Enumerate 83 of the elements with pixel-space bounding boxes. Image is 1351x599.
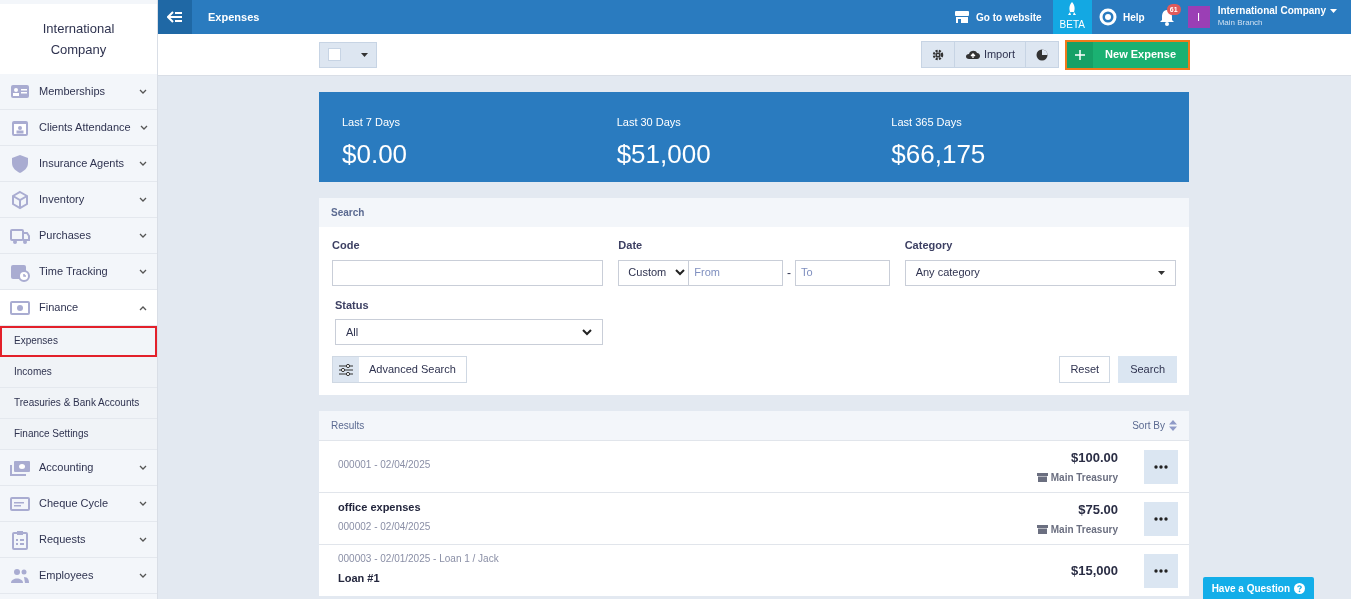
- more-icon: [1154, 516, 1168, 521]
- branch-name: Main Branch: [1217, 17, 1264, 29]
- checkbox[interactable]: [328, 48, 341, 61]
- lifebuoy-icon: [1098, 8, 1117, 26]
- storefront-icon: [954, 10, 970, 24]
- sidebar-item[interactable]: Inventory: [0, 182, 157, 218]
- sort-by-button[interactable]: Sort By: [1132, 418, 1177, 433]
- archive-icon: [1036, 473, 1048, 483]
- field-label: Date: [618, 238, 644, 253]
- search-button[interactable]: Search: [1118, 356, 1177, 383]
- avatar: I: [1187, 6, 1210, 28]
- page-title: Expenses: [208, 9, 261, 25]
- caret-down-icon: [1330, 9, 1337, 13]
- stat-value: $0.00: [342, 137, 409, 171]
- date-mode-select[interactable]: Custom: [618, 259, 690, 286]
- stat-label: Last 7 Days: [342, 115, 402, 130]
- sliders-icon: [339, 363, 353, 376]
- stat-value: $66,175: [891, 137, 987, 171]
- expense-amount: $15,000: [1071, 561, 1118, 580]
- chevron-down-icon: [675, 269, 686, 276]
- more-icon: [1154, 464, 1168, 469]
- date-separator: -: [787, 264, 791, 282]
- result-row[interactable]: 000003 - 02/01/2025 - Loan 1 / Jack Loan #1 $15,000: [319, 544, 1189, 596]
- settings-button[interactable]: [920, 41, 955, 68]
- sidebar-subitem[interactable]: Expenses: [0, 326, 157, 357]
- arrow-left-icon: [167, 11, 183, 23]
- expense-amount: $100.00: [1070, 448, 1118, 467]
- code-field[interactable]: [332, 259, 604, 286]
- panel-title: Search: [319, 198, 1189, 227]
- box-icon: [10, 189, 30, 210]
- reports-button[interactable]: [1026, 41, 1060, 68]
- help-link[interactable]: Help: [1091, 0, 1152, 34]
- sidebar-item[interactable]: Accounting: [0, 450, 157, 486]
- cloud-upload-icon: [964, 49, 981, 60]
- more-actions-button[interactable]: [1144, 553, 1178, 588]
- more-actions-button[interactable]: [1144, 449, 1178, 484]
- category-select[interactable]: Any category: [904, 259, 1176, 286]
- reset-button[interactable]: Reset: [1059, 356, 1111, 383]
- sidebar-item[interactable]: Purchases: [0, 218, 157, 254]
- field-label: Category: [904, 238, 954, 253]
- more-icon: [1154, 568, 1168, 573]
- shield-icon: [10, 153, 30, 174]
- expense-title: office expenses: [338, 499, 422, 515]
- caret-down-icon: [361, 52, 368, 57]
- sidebar-item[interactable]: Requests: [0, 522, 157, 558]
- collapse-sidebar-button[interactable]: [158, 0, 192, 34]
- status-select[interactable]: All: [335, 319, 604, 345]
- field-label: Status: [335, 297, 370, 313]
- expense-meta: 000003 - 02/01/2025 - Loan 1 / Jack: [338, 551, 500, 566]
- expense-title: Loan #1: [338, 570, 381, 586]
- clipboard-icon: [10, 529, 30, 550]
- sidebar-item[interactable]: Employees: [0, 558, 157, 594]
- sidebar-item[interactable]: Cheque Cycle: [0, 486, 157, 522]
- stat-label: Last 30 Days: [616, 115, 682, 130]
- sidebar-item[interactable]: Insurance Agents: [0, 146, 157, 182]
- caret-down-icon: [1158, 270, 1165, 275]
- field-label: Code: [332, 238, 361, 253]
- panel-title: Results: [331, 419, 365, 433]
- stat-value: $51,000: [616, 137, 712, 171]
- more-actions-button[interactable]: [1144, 501, 1178, 536]
- sort-icon: [1169, 420, 1177, 431]
- sidebar-item[interactable]: Memberships: [0, 74, 157, 110]
- go-to-website-link[interactable]: Go to website: [947, 0, 1049, 34]
- rocket-icon: [1067, 2, 1078, 16]
- treasury-name: Main Treasury: [1050, 523, 1118, 538]
- result-row[interactable]: office expenses 000002 - 02/04/2025 $75.00 Main Treasury: [319, 492, 1189, 544]
- import-button[interactable]: Import: [954, 41, 1027, 68]
- gear-icon: [931, 48, 944, 61]
- sidebar-item[interactable]: Clients Attendance: [0, 110, 157, 146]
- pie-chart-icon: [1036, 48, 1049, 61]
- plus-icon: [1075, 49, 1086, 60]
- question-icon: [1294, 582, 1305, 594]
- advanced-search-button[interactable]: Advanced Search: [332, 356, 467, 383]
- expense-amount: $75.00: [1077, 500, 1118, 519]
- expense-meta: 000001 - 02/04/2025: [338, 458, 432, 472]
- company-menu[interactable]: International Company: [1217, 5, 1326, 17]
- treasury-name: Main Treasury: [1050, 471, 1118, 486]
- company-name: International Company: [41, 20, 116, 59]
- archive-icon: [1036, 525, 1048, 535]
- stat-label: Last 365 Days: [891, 115, 963, 130]
- chevron-down-icon: [582, 328, 593, 336]
- expense-meta: 000002 - 02/04/2025: [338, 520, 432, 535]
- result-row[interactable]: 000001 - 02/04/2025 $100.00 Main Treasury: [319, 440, 1189, 492]
